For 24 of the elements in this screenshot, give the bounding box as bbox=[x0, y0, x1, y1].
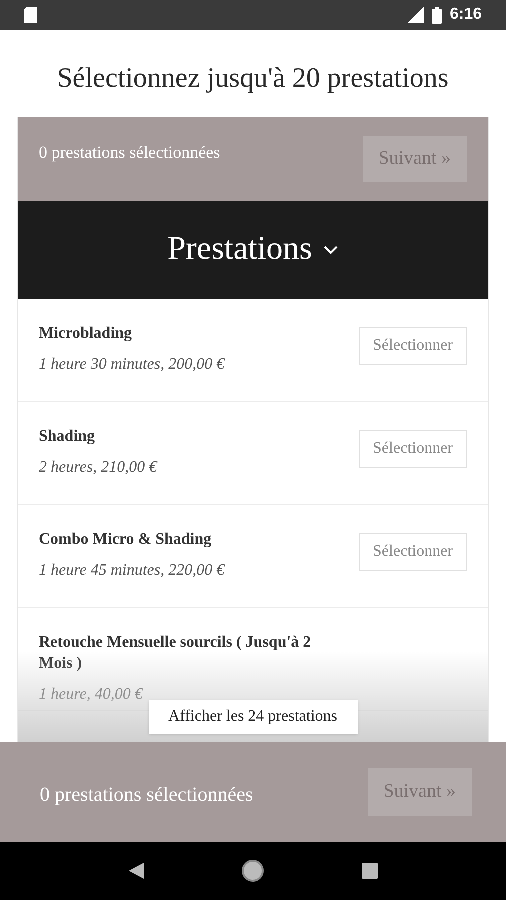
service-name: Microblading bbox=[39, 324, 134, 344]
battery-icon bbox=[432, 6, 442, 24]
clock: 6:16 bbox=[450, 5, 482, 25]
category-header[interactable]: Prestations bbox=[18, 201, 488, 299]
selection-count: 0 prestations sélectionnées bbox=[40, 783, 254, 808]
signal-icon bbox=[406, 7, 424, 23]
service-details: 1 heure 30 minutes, 200,00 € bbox=[39, 355, 226, 375]
home-icon[interactable] bbox=[240, 859, 264, 883]
show-all-button[interactable]: Afficher les 24 prestations bbox=[148, 700, 358, 734]
recents-icon[interactable] bbox=[362, 863, 378, 879]
select-button[interactable]: Sélectionner bbox=[359, 533, 467, 571]
page-title: Sélectionnez jusqu'à 20 prestations bbox=[56, 62, 450, 96]
chevron-icon bbox=[324, 246, 338, 254]
selection-count: 0 prestations sélectionnées bbox=[39, 142, 220, 164]
service-details: 2 heures, 210,00 € bbox=[39, 458, 159, 478]
service-name: Combo Micro & Shading bbox=[39, 530, 213, 550]
select-button[interactable]: Sélectionner bbox=[359, 430, 467, 468]
sd-card-icon bbox=[24, 7, 37, 23]
service-details: 1 heure 45 minutes, 220,00 € bbox=[39, 561, 226, 581]
select-button[interactable]: Sélectionner bbox=[359, 327, 467, 365]
service-name: Shading bbox=[39, 427, 96, 447]
service-details: 1 heure, 40,00 € bbox=[39, 685, 144, 705]
back-icon[interactable] bbox=[128, 863, 144, 879]
service-name: Retouche Mensuelle sourcils ( Jusqu'à 2 Mois ) bbox=[39, 633, 312, 674]
